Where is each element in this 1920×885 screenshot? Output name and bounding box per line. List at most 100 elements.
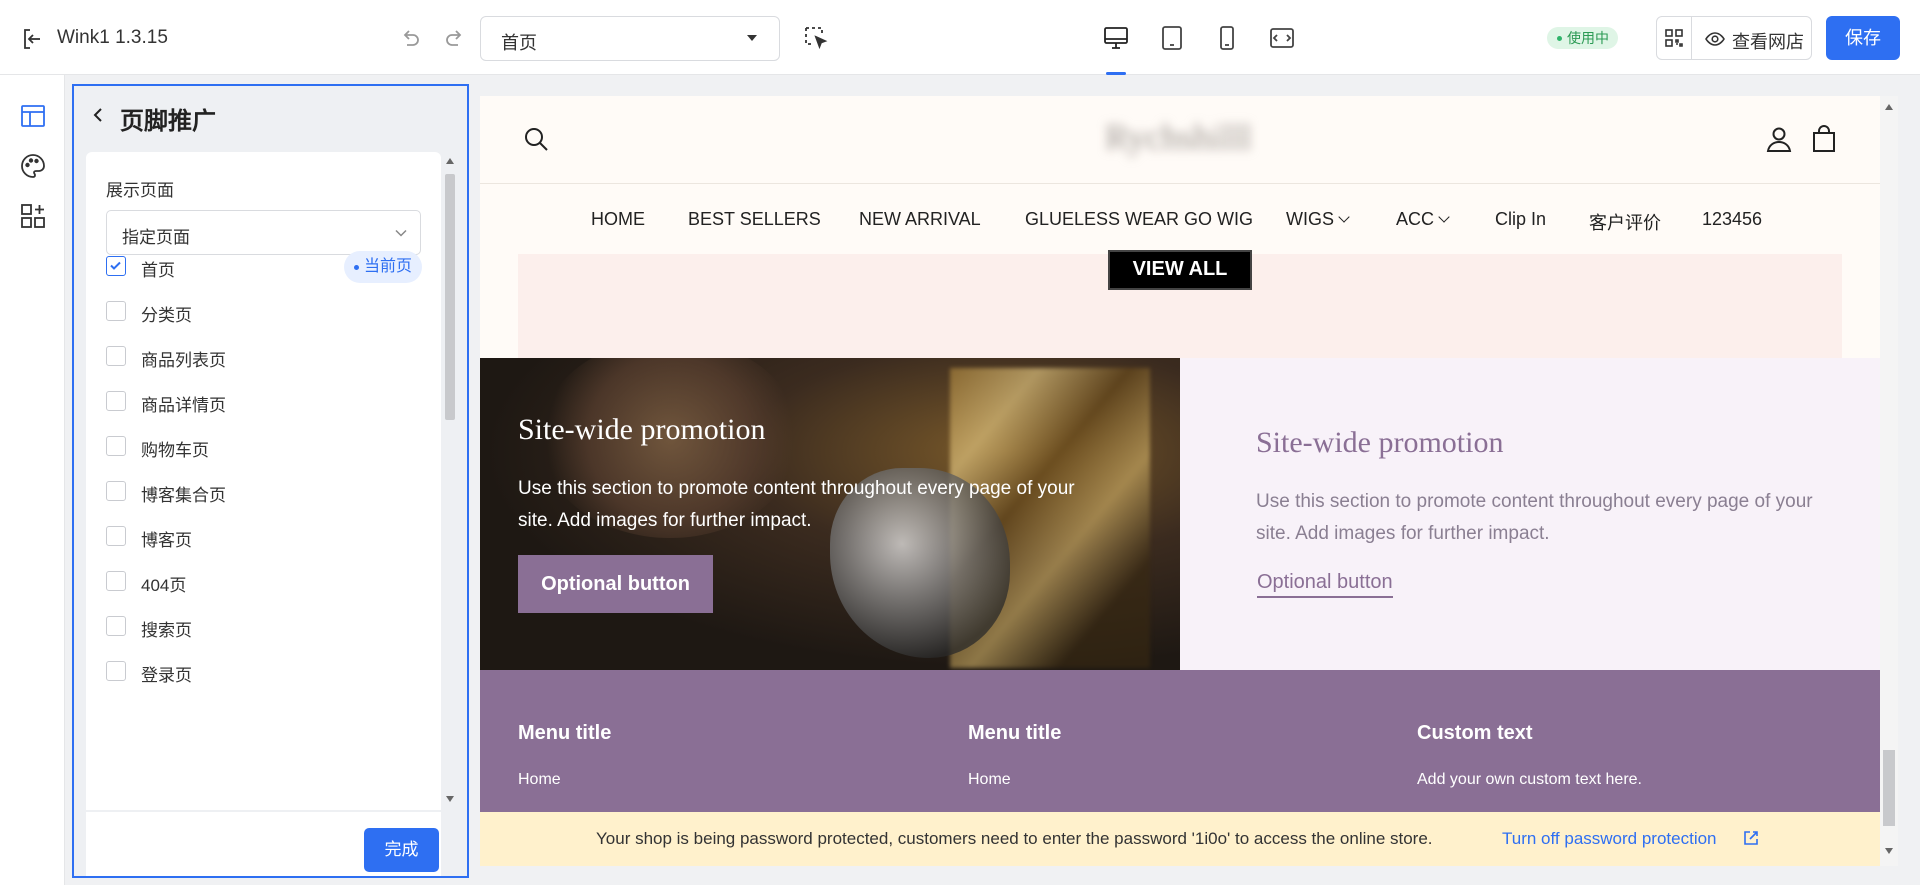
password-notice-text: Your shop is being password protected, c… xyxy=(596,829,1433,848)
page-option[interactable]: 商品列表页 xyxy=(106,341,426,371)
nav-item-123456[interactable]: 123456 xyxy=(1702,209,1762,230)
checkbox[interactable] xyxy=(106,256,126,276)
nav-item-wigs[interactable]: WIGS xyxy=(1286,209,1350,230)
store-header: Rychshilll xyxy=(480,96,1880,184)
redo-icon[interactable] xyxy=(443,27,467,51)
page-option[interactable]: 商品详情页 xyxy=(106,386,426,416)
page-option[interactable]: 购物车页 xyxy=(106,431,426,461)
exit-icon[interactable] xyxy=(20,27,44,51)
footer-column: Menu title Home xyxy=(518,722,611,789)
panel-scroll-thumb[interactable] xyxy=(445,174,455,420)
status-badge: 使用中 xyxy=(1547,27,1618,49)
mobile-icon[interactable] xyxy=(1213,24,1241,52)
cart-icon[interactable] xyxy=(1811,125,1837,153)
page-option-label: 搜索页 xyxy=(141,621,192,640)
store-logo[interactable]: Rychshilll xyxy=(1105,116,1252,158)
element-picker-icon[interactable] xyxy=(803,25,829,51)
promo-heading: Site-wide promotion xyxy=(518,413,766,446)
account-icon[interactable] xyxy=(1766,126,1792,152)
checkbox[interactable] xyxy=(106,436,126,456)
nav-item-reviews[interactable]: 客户评价 xyxy=(1589,209,1661,235)
caret-down-icon xyxy=(747,35,757,41)
panel-title: 页脚推广 xyxy=(120,108,216,135)
checkbox[interactable] xyxy=(106,661,126,681)
display-pages-value: 指定页面 xyxy=(122,228,190,247)
checkbox[interactable] xyxy=(106,616,126,636)
checkbox[interactable] xyxy=(106,526,126,546)
page-option-label: 分类页 xyxy=(141,306,192,325)
view-store-label: 查看网店 xyxy=(1732,32,1804,52)
scroll-down-icon[interactable] xyxy=(446,796,454,802)
footer-custom-title: Custom text xyxy=(1417,722,1533,744)
qr-code-icon xyxy=(1665,29,1683,47)
view-store-button[interactable]: 查看网店 xyxy=(1691,16,1812,60)
optional-button[interactable]: Optional button xyxy=(518,555,713,613)
active-device-indicator xyxy=(1106,72,1126,75)
scroll-up-icon[interactable] xyxy=(446,158,454,164)
store-preview: Rychshilll HOME BEST SELLERS NEW ARRIVAL… xyxy=(480,96,1880,866)
done-button[interactable]: 完成 xyxy=(364,828,439,872)
checkbox[interactable] xyxy=(106,481,126,501)
tablet-icon[interactable] xyxy=(1158,24,1186,52)
list-fade xyxy=(86,740,441,810)
nav-item-glueless[interactable]: GLUELESS WEAR GO WIG xyxy=(1025,209,1253,230)
turn-off-password-link[interactable]: Turn off password protection xyxy=(1502,829,1717,849)
scroll-up-icon[interactable] xyxy=(1885,104,1893,110)
chevron-down-icon xyxy=(1438,211,1450,223)
desktop-icon[interactable] xyxy=(1102,24,1130,52)
undo-icon[interactable] xyxy=(398,27,422,51)
palette-icon[interactable] xyxy=(19,152,47,180)
external-link-icon[interactable] xyxy=(1743,830,1759,846)
page-option[interactable]: 博客页 xyxy=(106,521,426,551)
display-pages-select[interactable]: 指定页面 xyxy=(106,210,421,255)
page-option[interactable]: 搜索页 xyxy=(106,611,426,641)
nav-item-new-arrival[interactable]: NEW ARRIVAL xyxy=(859,209,981,230)
preview-scroll-thumb[interactable] xyxy=(1883,750,1895,826)
current-page-badge: 当前页 xyxy=(343,251,422,283)
nav-item-clip-in[interactable]: Clip In xyxy=(1495,209,1546,230)
footer-column: Menu title Home xyxy=(968,722,1061,789)
checkbox[interactable] xyxy=(106,391,126,411)
nav-item-best-sellers[interactable]: BEST SELLERS xyxy=(688,209,821,230)
app-title: Wink1 1.3.15 xyxy=(57,27,168,48)
footer-promo-panel: 页脚推广 展示页面 指定页面 首页 当前页 分类页 商品列表页 商品详情页 购物… xyxy=(72,84,469,878)
page-option[interactable]: 登录页 xyxy=(106,656,426,686)
page-option[interactable]: 博客集合页 xyxy=(106,476,426,506)
layout-icon[interactable] xyxy=(19,102,47,130)
page-option[interactable]: 404页 xyxy=(106,566,426,596)
checkbox[interactable] xyxy=(106,301,126,321)
page-option[interactable]: 分类页 xyxy=(106,296,426,326)
nav-item-home[interactable]: HOME xyxy=(591,209,645,230)
page-option-label: 登录页 xyxy=(141,666,192,685)
check-icon xyxy=(110,261,121,270)
footer-menu-title: Menu title xyxy=(968,722,1062,744)
footer-link[interactable]: Home xyxy=(518,771,611,789)
password-notice-bar: Your shop is being password protected, c… xyxy=(480,812,1880,866)
page-option[interactable]: 首页 当前页 xyxy=(106,251,426,283)
page-option-label: 购物车页 xyxy=(141,441,209,460)
save-button[interactable]: 保存 xyxy=(1826,16,1900,60)
page-select[interactable]: 首页 xyxy=(480,16,780,61)
promo-body: Use this section to promote content thro… xyxy=(1256,491,1813,544)
back-icon[interactable] xyxy=(90,106,108,124)
optional-button-link[interactable]: Optional button xyxy=(1257,571,1393,598)
preview-scrollbar[interactable] xyxy=(1880,96,1898,866)
nav-item-acc[interactable]: ACC xyxy=(1396,209,1450,230)
checkbox[interactable] xyxy=(106,571,126,591)
qr-code-button[interactable] xyxy=(1656,16,1692,60)
page-option-label: 404页 xyxy=(141,576,187,595)
chevron-down-icon xyxy=(1338,211,1350,223)
checkbox[interactable] xyxy=(106,346,126,366)
chevron-down-icon xyxy=(395,229,407,237)
display-pages-card: 展示页面 指定页面 首页 当前页 分类页 商品列表页 商品详情页 购物车页 博客… xyxy=(86,152,441,810)
view-all-button[interactable]: VIEW ALL xyxy=(1108,250,1252,290)
fullscreen-icon[interactable] xyxy=(1268,24,1296,52)
footer-column: Custom text Add your own custom text her… xyxy=(1417,722,1642,789)
add-widget-icon[interactable] xyxy=(19,202,47,230)
scroll-down-icon[interactable] xyxy=(1885,848,1893,854)
page-option-label: 首页 xyxy=(141,261,175,280)
footer-custom-text: Add your own custom text here. xyxy=(1417,771,1642,788)
search-icon[interactable] xyxy=(523,126,549,152)
footer-link[interactable]: Home xyxy=(968,771,1061,789)
promo-text-block: Site-wide promotion Use this section to … xyxy=(1180,358,1880,670)
